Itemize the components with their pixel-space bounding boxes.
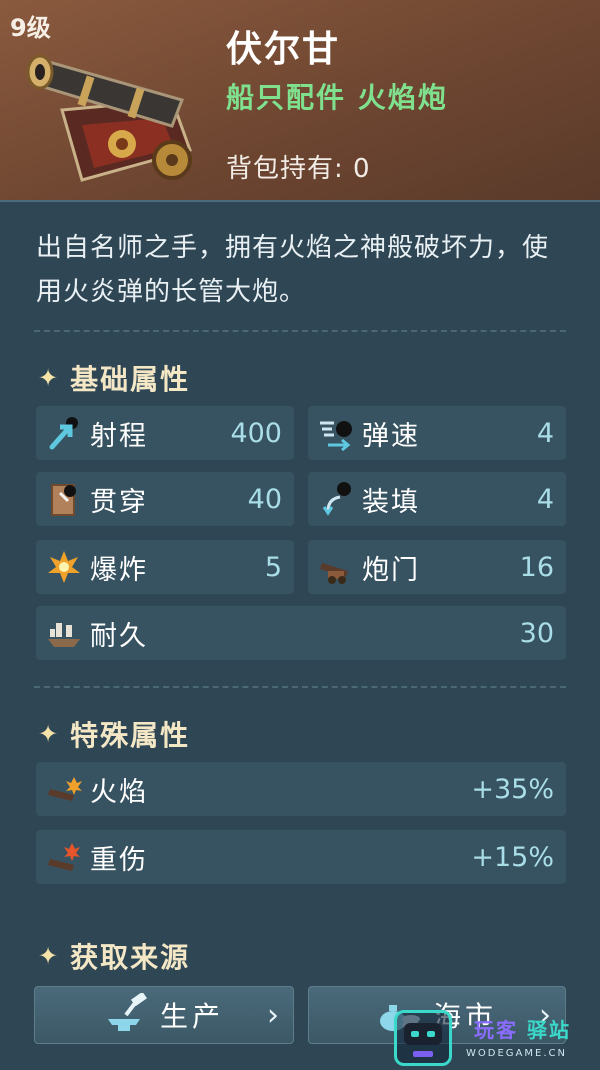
cannonball-speed-icon (316, 413, 356, 453)
item-description: 出自名师之手，拥有火焰之神般破坏力，使用火炎弹的长管大炮。 (36, 233, 550, 307)
chevron-right-icon: › (267, 997, 279, 1033)
stat-label: 装填 (362, 486, 420, 518)
stat-value: 4 (536, 483, 554, 515)
stat-value: 30 (519, 617, 554, 649)
stat-range: 射程 400 (36, 406, 294, 460)
ship-icon (44, 613, 84, 653)
stat-label: 爆炸 (90, 554, 148, 586)
stat-reload: 装填 4 (308, 472, 566, 526)
site-watermark: 玩客 驿站 WODEGAME.CN (390, 1008, 600, 1070)
stat-label: 耐久 (90, 620, 148, 652)
stat-label: 贯穿 (90, 486, 148, 518)
anvil-hammer-icon (104, 991, 148, 1037)
stat-explosion: 爆炸 5 (36, 540, 294, 594)
section-title-label: 基础属性 (70, 363, 191, 396)
stat-value: +35% (471, 773, 554, 805)
pierce-icon (44, 479, 84, 519)
watermark-brand: 玩客 驿站 (474, 1014, 571, 1043)
fire-cannon-icon (44, 769, 84, 809)
sparkle-icon: ✦ (38, 942, 61, 970)
item-type: 船只配件 火焰炮 (226, 81, 448, 114)
cannon-item-icon (26, 54, 192, 182)
stat-value: 5 (264, 551, 282, 583)
stat-value: 40 (247, 483, 282, 515)
stat-label: 炮门 (362, 554, 420, 586)
special-stat-heavy-wound: 重伤 +15% (36, 830, 566, 884)
special-stat-fire: 火焰 +35% (36, 762, 566, 816)
stat-value: 16 (519, 551, 554, 583)
source-produce-button[interactable]: 生产 › (34, 986, 294, 1044)
stat-label: 弹速 (362, 420, 420, 452)
robot-logo-icon (394, 1010, 452, 1066)
stat-label: 射程 (90, 420, 148, 452)
stat-value: +15% (471, 841, 554, 873)
sparkle-icon: ✦ (38, 720, 61, 748)
item-name: 伏尔甘 (226, 29, 341, 70)
owned-count: 背包持有: 0 (226, 154, 371, 184)
source-title: ✦ 获取来源 (38, 936, 190, 976)
stat-value: 400 (230, 417, 282, 449)
watermark-brand-a: 玩客 (474, 1018, 518, 1042)
divider (34, 686, 566, 688)
section-title-label: 获取来源 (70, 941, 191, 974)
cannon-icon (316, 547, 356, 587)
sparkle-icon: ✦ (38, 364, 61, 392)
reload-icon (316, 479, 356, 519)
stat-label: 重伤 (90, 844, 148, 876)
section-title-label: 特殊属性 (70, 719, 191, 752)
watermark-url: WODEGAME.CN (466, 1048, 567, 1059)
stat-bullet-speed: 弹速 4 (308, 406, 566, 460)
stat-cannon-ports: 炮门 16 (308, 540, 566, 594)
stat-pierce: 贯穿 40 (36, 472, 294, 526)
watermark-brand-b: 驿站 (526, 1018, 571, 1042)
special-attributes-title: ✦ 特殊属性 (38, 714, 190, 754)
stat-value: 4 (536, 417, 554, 449)
source-button-label: 生产 (159, 1000, 224, 1033)
stat-durability: 耐久 30 (36, 606, 566, 660)
stat-label: 火焰 (90, 776, 148, 808)
range-arrow-icon (44, 413, 84, 453)
basic-attributes-title: ✦ 基础属性 (38, 358, 190, 398)
divider (34, 330, 566, 332)
explosion-icon (44, 547, 84, 587)
heavy-wound-cannon-icon (44, 837, 84, 877)
item-header: 9级 伏尔甘 船只配件 火焰炮 背包持有: 0 (0, 0, 600, 202)
